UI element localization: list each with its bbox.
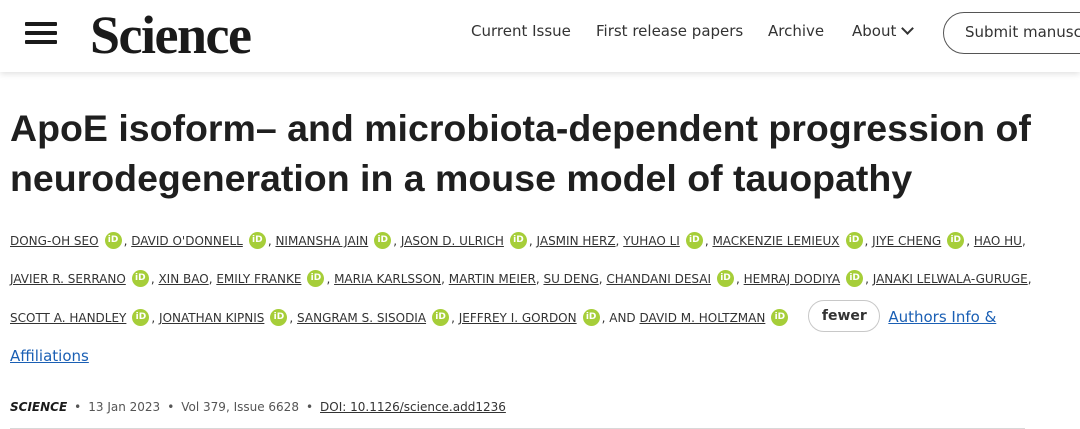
orcid-icon[interactable]: iD [685,232,703,249]
author-link[interactable]: JONATHAN KIPNIS [159,311,264,325]
author-separator: , [736,272,744,286]
author-list: DONG-OH SEO iD, DAVID O'DONNELL iD, NIMANS… [10,222,1050,376]
nav-about[interactable]: About [852,22,915,40]
author-link[interactable]: JASMIN HERZ [537,234,616,248]
author-link[interactable]: XIN BAO [158,272,208,286]
orcid-icon[interactable]: iD [104,232,122,249]
author-link[interactable]: MARIA KARLSSON [334,272,441,286]
orcid-icon[interactable]: iD [846,270,864,287]
author-separator: , AND [601,311,640,325]
author-link[interactable]: NIMANSHA JAIN [275,234,368,248]
author-separator: , [966,234,974,248]
author-separator: , [865,272,873,286]
article-meta: SCIENCE • 13 Jan 2023 • Vol 379, Issue 6628 •… [10,400,506,414]
submit-manuscript-button[interactable]: Submit manuscript [943,12,1080,54]
doi-link[interactable]: DOI: 10.1126/science.add1236 [320,400,506,414]
separator-dot: • [305,400,314,414]
orcid-icon[interactable]: iD [131,270,149,287]
nav-first-release-papers[interactable]: First release papers [596,22,743,40]
orcid-icon[interactable]: iD [509,232,527,249]
article-title: ApoE isoform– and microbiota-dependent p… [10,107,1031,199]
science-logo[interactable]: Science [90,6,252,64]
author-separator: , [528,234,537,248]
site-header: Science Current Issue First release pape… [0,0,1080,72]
orcid-icon[interactable]: iD [307,270,325,287]
orcid-icon[interactable]: iD [248,232,266,249]
author-link[interactable]: DAVID O'DONNELL [131,234,243,248]
author-separator: , [1027,272,1032,286]
author-separator: , [1021,234,1026,248]
orcid-icon[interactable]: iD [717,270,734,287]
author-link[interactable]: MACKENZIE LEMIEUX [712,234,839,248]
chevron-down-icon [901,22,915,35]
author-link[interactable]: MARTIN MEIER [449,272,536,286]
author-separator: , [289,311,298,325]
orcid-icon[interactable]: iD [270,309,288,326]
nav-current-issue[interactable]: Current Issue [471,22,571,40]
author-link[interactable]: SU DENG [543,272,598,286]
author-link[interactable]: DONG-OH SEO [10,234,99,248]
author-separator: , [393,234,401,248]
publication-date: 13 Jan 2023 [88,400,161,414]
volume-issue: Vol 379, Issue 6628 [181,400,299,414]
nav-archive[interactable]: Archive [768,22,824,40]
author-link[interactable]: EMILY FRANKE [216,272,301,286]
orcid-icon[interactable]: iD [845,232,863,249]
author-link[interactable]: SCOTT A. HANDLEY [10,311,126,325]
orcid-icon[interactable]: iD [582,309,600,326]
author-link[interactable]: DAVID M. HOLTZMAN [639,311,765,325]
author-link[interactable]: SANGRAM S. SISODIA [297,311,426,325]
author-link[interactable]: CHANDANI DESAI [606,272,711,286]
author-link[interactable]: JEFFREY I. GORDON [459,311,577,325]
orcid-icon[interactable]: iD [771,309,789,326]
author-link[interactable]: YUHAO LI [623,234,680,248]
orcid-icon[interactable]: iD [947,232,965,249]
author-link[interactable]: JANAKI LELWALA-GURUGE [873,272,1028,286]
nav-about-label: About [852,22,897,40]
author-separator: , [151,311,160,325]
author-separator: , [451,311,459,325]
author-link[interactable]: JIYE CHENG [872,234,941,248]
author-link[interactable]: JASON D. ULRICH [401,234,504,248]
journal-name: SCIENCE [10,400,68,414]
author-link[interactable]: JAVIER R. SERRANO [10,272,126,286]
fewer-authors-button[interactable]: fewer [808,300,881,332]
author-separator: , [864,234,873,248]
orcid-icon[interactable]: iD [374,232,392,249]
hamburger-menu-icon[interactable] [25,22,57,44]
author-link[interactable]: HAO HU [974,234,1022,248]
author-separator: , [326,272,335,286]
author-separator: , [441,272,449,286]
orcid-icon[interactable]: iD [432,309,450,326]
separator-dot: • [167,400,175,414]
author-link[interactable]: HEMRAJ DODIYA [744,272,840,286]
separator-dot: • [74,400,82,414]
orcid-icon[interactable]: iD [132,309,150,326]
